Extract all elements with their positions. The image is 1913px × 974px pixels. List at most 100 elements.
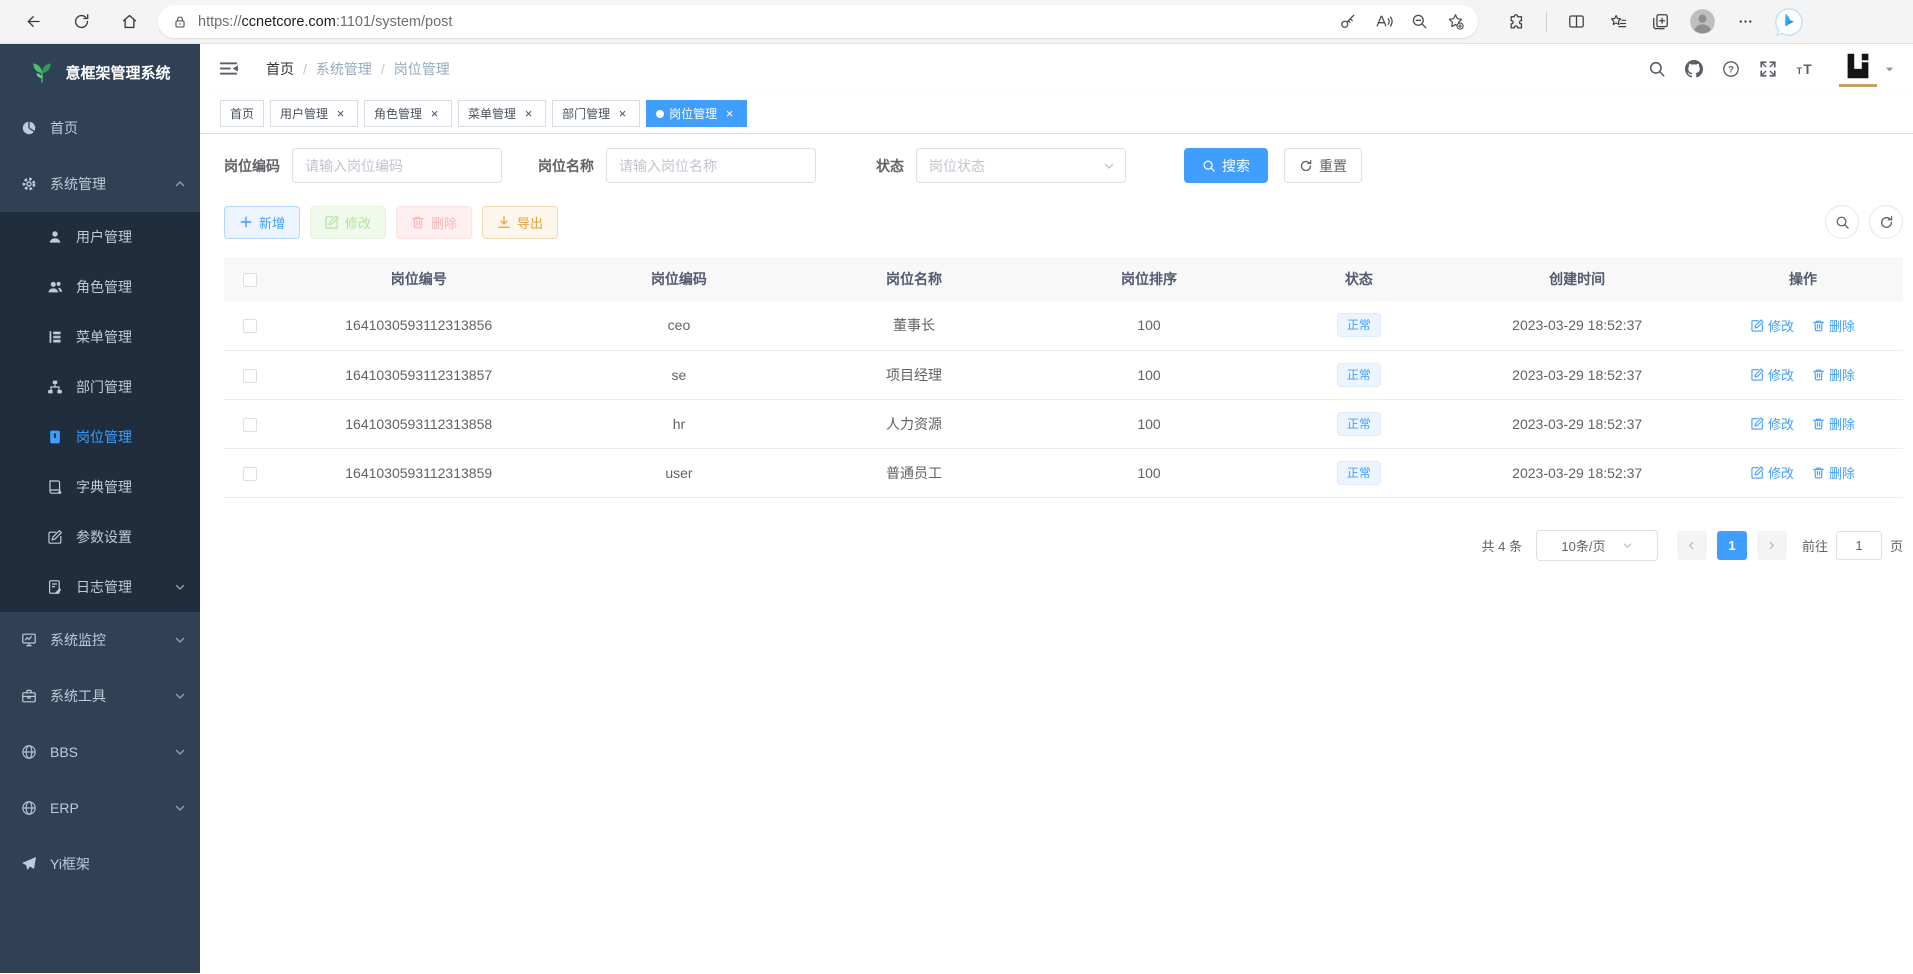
sidebar-item-post-management[interactable]: 岗位管理 [0, 412, 200, 462]
github-icon[interactable] [1680, 56, 1707, 83]
sidebar-item-system-management[interactable]: 系统管理 [0, 156, 200, 212]
browser-menu-icon[interactable] [1732, 9, 1758, 35]
chevron-right-icon [1766, 540, 1777, 551]
edit-icon [1751, 368, 1764, 381]
row-edit-button[interactable]: 修改 [1751, 365, 1794, 384]
trash-icon [1812, 417, 1825, 430]
page-number-button[interactable]: 1 [1717, 531, 1747, 560]
sidebar-item-menu-management[interactable]: 菜单管理 [0, 312, 200, 362]
sidebar-item-system-tools[interactable]: 系统工具 [0, 668, 200, 724]
trash-icon [1812, 466, 1825, 479]
select-all-checkbox[interactable] [243, 273, 257, 287]
status-select[interactable]: 岗位状态 [916, 148, 1126, 183]
url-text[interactable]: https://ccnetcore.com:1101/system/post [198, 14, 1332, 30]
sidebar-item-log-management[interactable]: 日志管理 [0, 562, 200, 612]
sidebar-fold-icon[interactable] [218, 58, 240, 80]
refresh-table-button[interactable] [1869, 205, 1903, 239]
column-header: 岗位名称 [796, 257, 1031, 301]
prev-page-button[interactable] [1677, 531, 1707, 560]
add-favorite-icon[interactable] [1440, 8, 1470, 36]
sidebar-item-home[interactable]: 首页 [0, 100, 200, 156]
browser-profile-avatar[interactable] [1689, 8, 1716, 35]
next-page-button[interactable] [1757, 531, 1787, 560]
sidebar-item-param-settings[interactable]: 参数设置 [0, 512, 200, 562]
close-tab-icon[interactable]: × [427, 106, 442, 121]
sidebar-item-dept-management[interactable]: 部门管理 [0, 362, 200, 412]
chevron-down-icon [174, 802, 186, 814]
page-size-select[interactable]: 10条/页 [1536, 530, 1658, 561]
app-logo[interactable]: 意框架管理系统 [0, 44, 200, 100]
tab-label: 菜单管理 [468, 105, 516, 122]
chevron-down-icon [174, 634, 186, 646]
reload-icon[interactable] [70, 11, 92, 33]
fullscreen-icon[interactable] [1754, 56, 1781, 83]
select-all-header [224, 257, 276, 301]
row-edit-button[interactable]: 修改 [1751, 463, 1794, 482]
goto-page-input[interactable] [1836, 531, 1882, 560]
sidebar-item-erp[interactable]: ERP [0, 780, 200, 836]
dict-icon [46, 479, 63, 496]
toggle-search-button[interactable] [1825, 205, 1859, 239]
row-checkbox[interactable] [243, 369, 257, 383]
extensions-icon[interactable] [1504, 9, 1530, 35]
tab-岗位管理[interactable]: 岗位管理× [646, 100, 747, 127]
row-checkbox[interactable] [243, 467, 257, 481]
post-code-input[interactable] [292, 148, 502, 183]
export-button[interactable]: 导出 [482, 206, 558, 239]
delete-button[interactable]: 删除 [396, 206, 472, 239]
bing-chat-icon[interactable] [1774, 7, 1804, 37]
add-button[interactable]: 新增 [224, 206, 300, 239]
header-search-icon[interactable] [1643, 56, 1670, 83]
chevron-left-icon [1686, 540, 1697, 551]
edit-button[interactable]: 修改 [310, 206, 386, 239]
back-icon[interactable] [22, 11, 44, 33]
sidebar-item-role-management[interactable]: 角色管理 [0, 262, 200, 312]
close-tab-icon[interactable]: × [333, 106, 348, 121]
sidebar-item-yi-framework[interactable]: Yi框架 [0, 836, 200, 892]
cell-created-time: 2023-03-29 18:52:37 [1451, 448, 1703, 497]
tab-用户管理[interactable]: 用户管理× [270, 100, 358, 127]
close-tab-icon[interactable]: × [615, 106, 630, 121]
sidebar-item-system-monitor[interactable]: 系统监控 [0, 612, 200, 668]
search-button[interactable]: 搜索 [1184, 148, 1268, 183]
sidebar-item-dict-management[interactable]: 字典管理 [0, 462, 200, 512]
home-icon[interactable] [118, 11, 140, 33]
row-checkbox[interactable] [243, 418, 257, 432]
sidebar-item-user-management[interactable]: 用户管理 [0, 212, 200, 262]
sidebar-menu: 首页系统管理用户管理角色管理菜单管理部门管理岗位管理字典管理参数设置日志管理系统… [0, 100, 200, 892]
reset-button[interactable]: 重置 [1284, 148, 1362, 183]
breadcrumb-item[interactable]: 首页 [266, 59, 294, 79]
close-tab-icon[interactable]: × [722, 106, 737, 121]
close-tab-icon[interactable]: × [521, 106, 536, 121]
tab-首页[interactable]: 首页 [220, 100, 264, 127]
row-delete-button[interactable]: 删除 [1812, 365, 1855, 384]
row-edit-button[interactable]: 修改 [1751, 414, 1794, 433]
sidebar-item-bbs[interactable]: BBS [0, 724, 200, 780]
row-checkbox[interactable] [243, 319, 257, 333]
split-screen-icon[interactable] [1563, 9, 1589, 35]
font-size-icon[interactable]: TT [1791, 56, 1818, 83]
row-edit-button[interactable]: 修改 [1751, 316, 1794, 335]
collections-icon[interactable] [1647, 9, 1673, 35]
search-icon [1202, 159, 1216, 173]
sidebar-item-label: 岗位管理 [76, 427, 132, 447]
tab-菜单管理[interactable]: 菜单管理 × [458, 100, 546, 127]
row-delete-button[interactable]: 删除 [1812, 414, 1855, 433]
zoom-out-icon[interactable] [1404, 8, 1434, 36]
cell-actions: 修改删除 [1703, 399, 1903, 448]
row-delete-button[interactable]: 删除 [1812, 463, 1855, 482]
tab-角色管理[interactable]: 角色管理× [364, 100, 452, 127]
favorites-icon[interactable] [1605, 9, 1631, 35]
row-delete-button[interactable]: 删除 [1812, 316, 1855, 335]
post-name-input[interactable] [606, 148, 816, 183]
site-security-icon[interactable] [172, 14, 188, 30]
read-aloud-icon[interactable] [1368, 8, 1398, 36]
search-form: 岗位编码 岗位名称 状态 岗位状态 搜索 [224, 148, 1903, 183]
add-button-label: 新增 [259, 213, 285, 232]
edit-icon [1751, 319, 1764, 332]
help-icon[interactable]: ? [1717, 56, 1744, 83]
tab-部门管理[interactable]: 部门管理× [552, 100, 640, 127]
user-avatar-menu[interactable] [1840, 49, 1895, 89]
password-key-icon[interactable] [1332, 8, 1362, 36]
address-bar[interactable]: https://ccnetcore.com:1101/system/post [158, 5, 1478, 38]
